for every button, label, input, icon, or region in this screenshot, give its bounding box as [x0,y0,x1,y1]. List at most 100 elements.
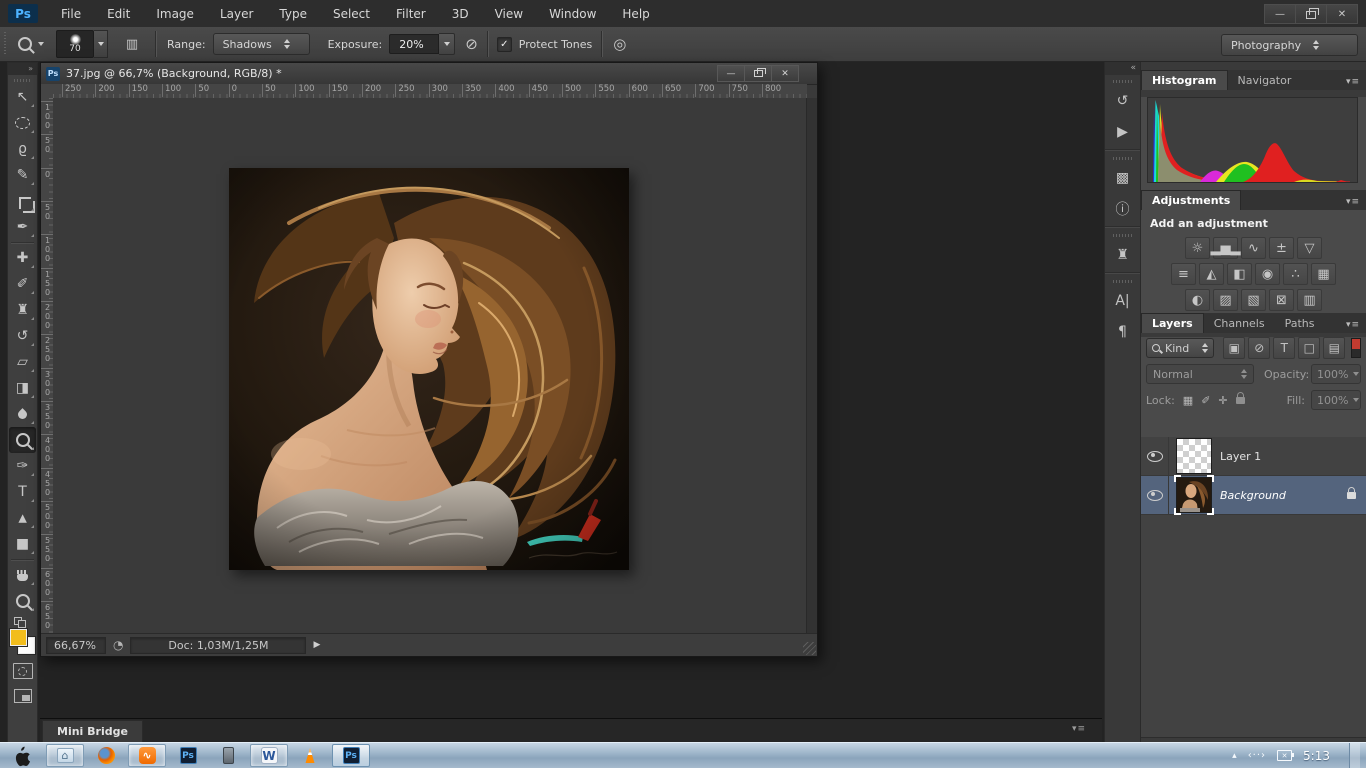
tool-brush[interactable]: ✐ [9,271,36,297]
tool-eraser[interactable]: ▱ [9,349,36,375]
clone-source-panel-button[interactable]: ♜ [1105,239,1140,270]
adjustment-icon[interactable]: ▨ [1213,289,1238,311]
tool-lasso[interactable]: ϱ [9,136,36,162]
lock-all-icon[interactable] [1236,397,1245,404]
horizontal-ruler[interactable]: 2502001501005005010015020025030035040045… [53,84,807,99]
adjustment-icon[interactable]: ◧ [1227,263,1252,285]
tablet-pressure-icon[interactable]: ◎ [613,35,626,53]
menu-item[interactable]: File [48,1,94,27]
adjustment-icon[interactable]: ▽ [1297,237,1322,259]
menu-item[interactable]: 3D [439,1,482,27]
show-hidden-icons[interactable]: ▴ [1232,751,1237,761]
tool-dodge-selected[interactable] [9,427,36,453]
tool-pen[interactable]: ✑ [9,453,36,479]
expand-panels-button[interactable]: « [1105,62,1140,75]
document-title-bar[interactable]: Ps 37.jpg @ 66,7% (Background, RGB/8) * … [41,63,817,85]
adjustment-icon[interactable]: ▧ [1241,289,1266,311]
blend-mode-select[interactable]: Normal [1146,364,1254,384]
adjustment-icon[interactable]: ∴ [1283,263,1308,285]
canvas-area[interactable] [53,98,807,634]
menu-item[interactable]: Filter [383,1,439,27]
doc-restore-button[interactable] [745,65,772,82]
mini-bridge-tab[interactable]: Mini Bridge [42,720,143,742]
adjustment-icon[interactable]: ◐ [1185,289,1210,311]
dock-grip[interactable] [1113,80,1133,83]
workspace-select[interactable]: Photography [1221,34,1358,56]
tab-layers[interactable]: Layers [1141,313,1204,333]
fill-field[interactable]: 100% [1311,390,1361,410]
tool-quick-selection[interactable]: ✎ [9,162,36,188]
screen-mode-button[interactable] [14,689,32,703]
tab-channels[interactable]: Channels [1204,314,1275,333]
toolbar-collapse-button[interactable]: » [8,63,37,75]
layer-filter-icon[interactable]: ⊘ [1248,337,1270,359]
menu-item[interactable]: Help [609,1,662,27]
doc-close-button[interactable]: ✕ [772,65,799,82]
tab-adjustments[interactable]: Adjustments [1141,190,1241,210]
network-icon[interactable]: ‹··› [1248,750,1266,761]
tool-spot-healing[interactable]: ✚ [9,245,36,271]
layer-filter-icon[interactable]: □ [1298,337,1320,359]
menu-item[interactable]: Window [536,1,609,27]
tool-zoom[interactable] [9,588,36,614]
tab-histogram[interactable]: Histogram [1141,70,1228,90]
character-panel-button[interactable]: A| [1105,285,1140,316]
range-select[interactable]: Shadows [213,33,310,55]
layer-filter-icon[interactable]: ▤ [1323,337,1345,359]
toolbar-grip[interactable] [14,79,32,82]
taskbar-item-word[interactable]: W [250,744,288,767]
panel-menu-icon[interactable]: ▾≡ [1346,320,1366,333]
menu-item[interactable]: View [482,1,536,27]
visibility-toggle[interactable] [1141,476,1169,514]
adjustment-icon[interactable]: ≡ [1171,263,1196,285]
info-panel-button[interactable]: ⓘ [1105,193,1140,224]
tool-type[interactable]: T [9,479,36,505]
taskbar-item-phone[interactable] [210,745,246,766]
layer-filter-icon[interactable]: ▣ [1223,337,1245,359]
swap-colors-icon[interactable] [12,616,34,626]
tool-preset-picker[interactable] [14,37,48,51]
options-grip[interactable] [2,31,8,57]
adjustment-icon[interactable]: ◉ [1255,263,1280,285]
taskbar-item-photoshop-pinned[interactable]: Ps [170,745,206,766]
panel-menu-icon[interactable]: ▾≡ [1346,77,1366,90]
tool-move[interactable]: ↖ [9,84,36,110]
tab-paths[interactable]: Paths [1275,314,1325,333]
actions-panel-button[interactable]: ▶ [1105,116,1140,147]
layer-name[interactable]: Layer 1 [1220,450,1261,463]
doc-minimize-button[interactable]: — [717,65,745,82]
visibility-toggle[interactable] [1141,437,1169,475]
adjustment-icon[interactable]: ▥ [1297,289,1322,311]
adjustment-icon[interactable]: ◭ [1199,263,1224,285]
clock[interactable]: 5:13 [1303,749,1330,763]
history-panel-button[interactable]: ↺ [1105,85,1140,116]
taskbar-item-explorer[interactable]: ⌂ [46,744,84,767]
lock-icon[interactable]: ✐ [1201,394,1210,407]
layer-name[interactable]: Background [1220,489,1286,502]
adjustment-icon[interactable]: ☼ [1185,237,1210,259]
power-icon[interactable]: ✕ [1277,750,1292,761]
close-button[interactable]: ✕ [1327,4,1358,24]
tool-blur[interactable] [9,401,36,427]
taskbar-item-uc-browser[interactable]: ∿ [128,744,166,767]
minimize-button[interactable]: — [1264,4,1296,24]
airbrush-icon[interactable]: ⊘ [465,35,478,53]
menu-item[interactable]: Image [143,1,207,27]
dock-grip[interactable] [1113,280,1133,283]
exposure-field[interactable]: 20% [389,33,455,55]
filter-toggle-icon[interactable] [1351,338,1361,358]
dock-grip[interactable] [1113,157,1133,160]
protect-tones-checkbox[interactable]: ✓ [497,37,512,52]
lock-icon[interactable]: ▦ [1183,394,1193,407]
show-desktop-button[interactable] [1349,743,1360,768]
layer-thumbnail[interactable] [1176,438,1212,474]
adjustment-icon[interactable]: ∿ [1241,237,1266,259]
lock-icon[interactable]: ✛ [1218,394,1227,407]
resize-grip[interactable] [803,642,816,655]
zoom-level-field[interactable]: 66,67% [46,637,106,654]
tool-eyedropper[interactable]: ✒ [9,214,36,240]
scrollbar-track[interactable] [806,98,817,634]
tool-shape[interactable]: ■ [9,531,36,557]
panel-menu-icon[interactable]: ▾≡ [1072,724,1086,734]
layer-row-layer1[interactable]: Layer 1 [1141,437,1366,476]
